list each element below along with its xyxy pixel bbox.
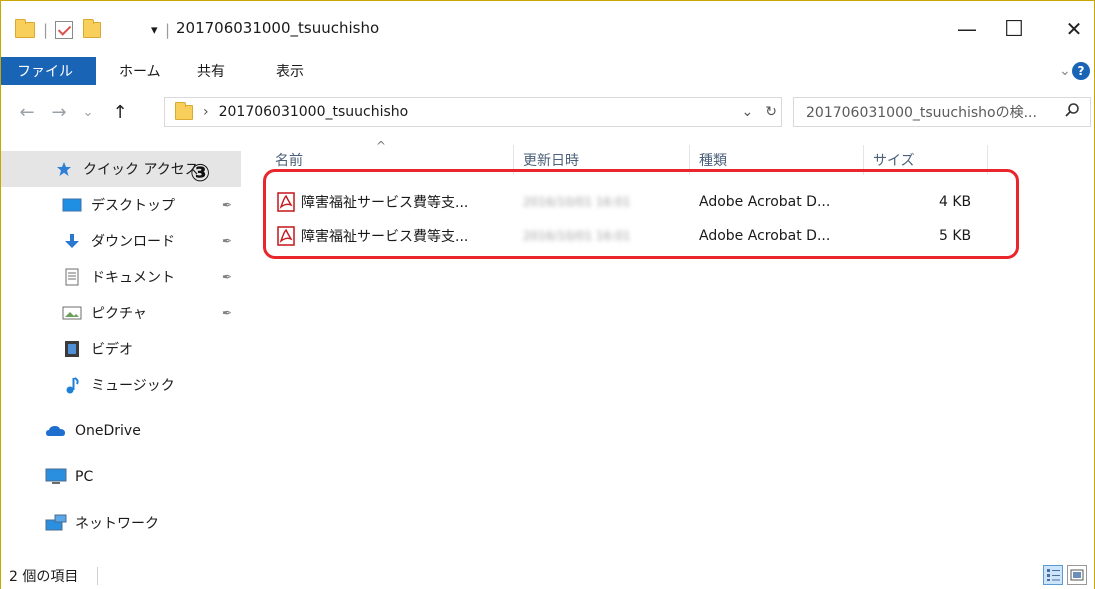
file-name: 障害福祉サービス費等支... [301,195,469,211]
file-type: Adobe Acrobat D... [699,194,831,210]
address-row: ← → ⌄ ↑ › 201706031000_tsuuchisho ⌄ ↻ 20… [1,91,1094,137]
column-label: サイズ [873,153,915,169]
annotation-number: ③ [190,159,211,187]
table-row[interactable]: 障害福祉サービス費等支... 2016/10/01 16:01 Adobe Ac… [273,187,1011,217]
properties-check-icon[interactable] [55,19,73,41]
column-label: 種類 [699,153,727,169]
tab-home[interactable]: ホーム [119,57,161,85]
sidebar-item-label: デスクトップ [91,198,175,214]
recent-locations-dropdown[interactable]: ⌄ [79,97,97,127]
file-list: 名前 ^ 更新日時 種類 サイズ 障害福祉サービス費等支... 2016/10/… [251,137,1094,561]
new-folder-icon[interactable] [83,19,101,41]
sidebar-item-pictures[interactable]: ピクチャ ✒ [1,295,241,331]
network-icon [45,514,67,532]
pin-icon[interactable]: ✒ [222,234,232,248]
search-box[interactable]: 201706031000_tsuuchishoの検... [793,97,1091,127]
column-header-modified[interactable]: 更新日時 [523,145,579,175]
sidebar-item-videos[interactable]: ビデオ [1,331,241,367]
folder-icon [175,101,193,120]
file-type: Adobe Acrobat D... [699,228,831,244]
status-bar: 2 個の項目 [1,561,1094,589]
forward-button[interactable]: → [47,97,71,127]
tab-share[interactable]: 共有 [197,57,225,85]
search-icon[interactable] [1064,102,1080,122]
file-size: 4 KB [939,194,972,210]
sidebar-item-label: ドキュメント [91,270,175,286]
customize-toolbar-dropdown[interactable]: ▾ [151,19,158,41]
sidebar-item-desktop[interactable]: デスクトップ ✒ [1,187,241,223]
column-header-type[interactable]: 種類 [699,145,727,175]
quick-access-folder-icon[interactable] [15,19,35,41]
item-count: 2 個の項目 [9,569,79,585]
sidebar-item-label: ミュージック [91,378,175,394]
tab-file[interactable]: ファイル [1,57,96,85]
file-size: 5 KB [939,228,972,244]
column-header-size[interactable]: サイズ [873,145,915,175]
title-separator: | [165,21,171,39]
status-divider [97,567,98,585]
pdf-icon [277,192,295,212]
explorer-window: | ▾ | 201706031000_tsuuchisho — ☐ ✕ ファイル… [0,0,1095,589]
pc-icon [45,468,67,486]
sidebar-item-label: ピクチャ [91,306,147,322]
close-button[interactable]: ✕ [1056,15,1092,43]
column-label: 名前 [275,153,303,169]
music-icon [61,376,83,394]
breadcrumb-current[interactable]: 201706031000_tsuuchisho [219,104,409,120]
sidebar-item-label: PC [75,469,94,485]
window-title: 201706031000_tsuuchisho [176,19,380,37]
table-row[interactable]: 障害福祉サービス費等支... 2016/10/01 16:01 Adobe Ac… [273,221,1011,251]
column-divider[interactable] [513,145,514,175]
refresh-icon[interactable]: ↻ [765,104,777,120]
onedrive-icon [45,422,67,440]
sidebar-item-label: ビデオ [91,342,133,358]
tab-view[interactable]: 表示 [276,57,304,85]
desktop-icon [61,196,83,214]
up-button[interactable]: ↑ [107,97,133,127]
document-icon [61,268,83,286]
column-header-name[interactable]: 名前 [275,145,303,175]
file-modified: 2016/10/01 16:01 [523,229,631,243]
title-bar: | ▾ | 201706031000_tsuuchisho — ☐ ✕ [1,1,1094,54]
file-name: 障害福祉サービス費等支... [301,229,469,245]
ribbon: ファイル ホーム 共有 表示 ⌄ ? [1,54,1094,86]
sidebar-item-network[interactable]: ネットワーク [1,505,241,541]
video-icon [61,340,83,358]
expand-ribbon-icon[interactable]: ⌄ [1059,57,1071,85]
sidebar-item-label: ダウンロード [91,234,175,250]
column-divider[interactable] [863,145,864,175]
column-label: 更新日時 [523,153,579,169]
large-icons-view-icon[interactable] [1067,565,1087,585]
sidebar-item-documents[interactable]: ドキュメント ✒ [1,259,241,295]
file-modified: 2016/10/01 16:01 [523,195,631,209]
sidebar-item-onedrive[interactable]: OneDrive [1,413,241,449]
search-placeholder: 201706031000_tsuuchishoの検... [806,105,1037,121]
details-view-icon[interactable] [1043,565,1063,585]
pictures-icon [61,304,83,322]
pin-icon[interactable]: ✒ [222,270,232,284]
pdf-icon [277,226,295,246]
sort-ascending-icon: ^ [376,139,387,153]
breadcrumb-chevron[interactable]: › [203,104,209,120]
address-dropdown-icon[interactable]: ⌄ [742,104,754,120]
sidebar-item-label: ネットワーク [75,516,159,532]
maximize-button[interactable]: ☐ [996,15,1032,43]
sidebar-item-music[interactable]: ミュージック [1,367,241,403]
pin-icon[interactable]: ✒ [222,306,232,320]
sidebar-item-pc[interactable]: PC [1,459,241,495]
quick-access-separator: | [43,21,49,39]
sidebar-item-downloads[interactable]: ダウンロード ✒ [1,223,241,259]
address-bar[interactable]: › 201706031000_tsuuchisho ⌄ ↻ [164,97,782,127]
pin-icon[interactable]: ✒ [222,198,232,212]
sidebar-item-label: OneDrive [75,423,141,439]
download-icon [61,232,83,250]
column-divider[interactable] [689,145,690,175]
minimize-button[interactable]: — [949,15,985,43]
navigation-pane: クイック アクセス ③ デスクトップ ✒ ダウンロード ✒ ドキュメント ✒ ピ… [1,137,251,561]
star-icon [53,160,75,178]
sidebar-item-label: クイック アクセス [83,162,199,178]
help-icon[interactable]: ? [1072,62,1090,80]
back-button[interactable]: ← [15,97,39,127]
column-divider[interactable] [987,145,988,175]
